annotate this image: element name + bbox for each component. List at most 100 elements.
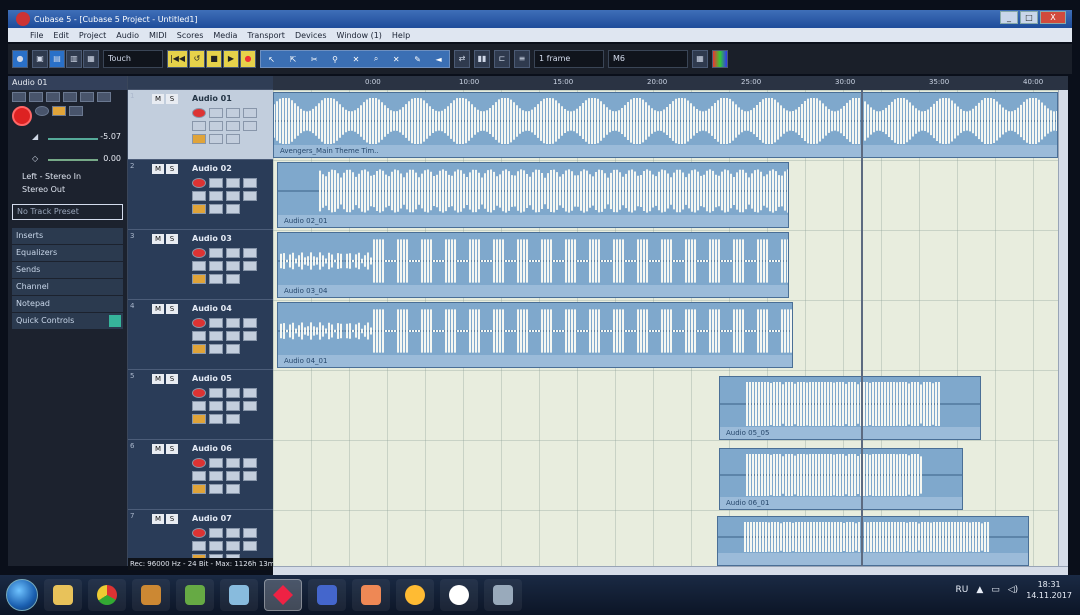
volume-icon[interactable]: ◁) [1008,585,1018,595]
lanes-button[interactable] [209,541,223,551]
play-icon[interactable]: ▶ [223,50,239,68]
audio-clip[interactable]: Audio 04_01 [277,302,793,368]
track-preset-field[interactable]: No Track Preset [12,204,123,220]
track-name[interactable]: Audio 07 [192,514,232,523]
stop-icon[interactable]: ■ [206,50,222,68]
automation-button[interactable] [226,274,240,284]
activate-project-button[interactable]: ● [12,50,28,68]
taskbar-app-7[interactable] [308,579,346,611]
menu-audio[interactable]: Audio [116,31,139,40]
solo-button[interactable]: S [166,444,178,454]
write-button[interactable] [243,178,257,188]
menu-devices[interactable]: Devices [295,31,327,40]
volume-value[interactable]: -5.07 [100,132,121,141]
edit-button[interactable] [243,261,257,271]
audio-clip[interactable]: Audio 06_01 [719,448,963,510]
menu-project[interactable]: Project [79,31,106,40]
constrain-delay-button[interactable]: ▣ [32,50,48,68]
menu-midi[interactable]: MIDI [149,31,167,40]
edit-button[interactable] [243,471,257,481]
volume-fader[interactable] [48,138,98,140]
channel-section[interactable]: Channel [12,279,123,295]
lock-button[interactable] [192,541,206,551]
freeze-button[interactable] [226,401,240,411]
freeze-button[interactable] [226,541,240,551]
monitor-button[interactable] [209,388,223,398]
freeze-button[interactable] [226,261,240,271]
solo-button[interactable]: S [166,514,178,524]
timebase-button[interactable] [52,106,66,116]
taskbar-app-4[interactable] [176,579,214,611]
monitor-button[interactable] [35,106,49,116]
menu-scores[interactable]: Scores [177,31,204,40]
taskbar-app-5[interactable] [220,579,258,611]
lock-button[interactable] [192,191,206,201]
cubase-app-icon[interactable] [16,12,30,26]
automation-button[interactable] [226,414,240,424]
write-button[interactable] [243,108,257,118]
lanes-button[interactable] [209,261,223,271]
freeze-button[interactable] [226,471,240,481]
show-inspector-button[interactable]: ▤ [49,50,65,68]
track-name[interactable]: Audio 02 [192,164,232,173]
lanes-button[interactable] [69,106,83,116]
taskbar-chrome[interactable] [88,579,126,611]
lock-button[interactable] [192,471,206,481]
automation-button[interactable] [226,484,240,494]
menu-edit[interactable]: Edit [53,31,69,40]
go-to-start-icon[interactable]: |◀◀ [167,50,188,68]
inserts-section[interactable]: Inserts [12,228,123,244]
timebase-button[interactable] [192,484,206,494]
record-enable-button[interactable] [192,528,206,538]
snap-type-select[interactable]: M6 [608,50,688,68]
write-button[interactable] [243,388,257,398]
folder-button[interactable] [209,414,223,424]
timebase-button[interactable] [192,274,206,284]
freeze-button[interactable] [226,121,240,131]
start-button[interactable] [6,579,38,611]
split-tool-icon[interactable]: ✂ [311,55,318,64]
cycle-icon[interactable]: ↺ [189,50,205,68]
folder-button[interactable] [209,134,223,144]
object-selection-tool-icon[interactable]: ↖ [268,55,275,64]
audio-clip[interactable] [717,516,1029,566]
read-button[interactable] [226,108,240,118]
menu-media[interactable]: Media [213,31,237,40]
record-enable-button[interactable] [192,108,206,118]
range-tool-icon[interactable]: ⇱ [290,55,297,64]
menu-transport[interactable]: Transport [247,31,285,40]
write-button[interactable] [243,458,257,468]
timeline-ruler[interactable]: 0:00 10:00 15:00 20:00 25:00 30:00 35:00 40:00 [273,76,1068,90]
menu-file[interactable]: File [30,31,43,40]
track-name[interactable]: Audio 03 [192,234,232,243]
audio-clip[interactable]: Audio 03_04 [277,232,789,298]
folder-button[interactable] [209,274,223,284]
folder-button[interactable] [209,484,223,494]
edit-button[interactable] [243,541,257,551]
monitor-button[interactable] [209,528,223,538]
write-automation-button[interactable] [63,92,77,102]
colorize-icon[interactable] [712,50,728,68]
freeze-button[interactable] [226,331,240,341]
project-cursor[interactable] [861,90,863,566]
read-automation-button[interactable] [46,92,60,102]
pan-value[interactable]: 0.00 [103,154,121,163]
audio-clip[interactable]: Avengers_Main Theme Tim.. [273,92,1058,158]
write-button[interactable] [243,248,257,258]
network-icon[interactable]: ▭ [991,585,1000,595]
edit-button[interactable] [243,121,257,131]
mute-button[interactable]: M [152,304,164,314]
read-button[interactable] [226,318,240,328]
timebase-button[interactable] [192,134,206,144]
taskbar-explorer[interactable] [44,579,82,611]
edit-button[interactable] [243,191,257,201]
show-hidden-icons-icon[interactable]: ▲ [976,585,983,595]
timebase-button[interactable] [192,414,206,424]
track-name[interactable]: Audio 04 [192,304,232,313]
minimize-button[interactable]: _ [1000,11,1018,24]
lanes-button[interactable] [209,401,223,411]
notepad-section[interactable]: Notepad [12,296,123,312]
read-button[interactable] [226,528,240,538]
freeze-button[interactable] [226,191,240,201]
mute-tool-icon[interactable]: ✕ [393,55,400,64]
